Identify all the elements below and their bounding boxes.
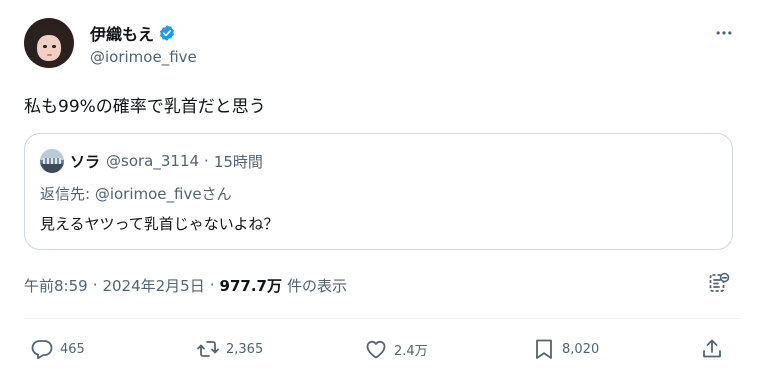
reply-button[interactable]: 465 xyxy=(30,334,85,364)
reply-icon xyxy=(31,340,53,360)
like-count: 2.4万 xyxy=(394,343,428,359)
avatar-eye xyxy=(52,45,56,48)
retweet-icon xyxy=(197,341,219,357)
quote-handle: @sora_3114 xyxy=(106,152,200,170)
avatar-mouth xyxy=(47,54,52,56)
separator-dot: · xyxy=(209,276,215,294)
quote-avatar xyxy=(40,149,64,173)
separator-dot: · xyxy=(204,152,209,170)
quote-timestamp: 15時間 xyxy=(213,152,263,171)
like-icon xyxy=(366,340,386,359)
quote-display-name: ソラ xyxy=(70,152,101,171)
share-icon xyxy=(703,339,721,358)
reply-to-suffix: さん xyxy=(201,185,232,203)
bookmark-icon xyxy=(536,339,552,359)
retweet-button[interactable]: 2,365 xyxy=(196,334,263,364)
bookmark-button[interactable]: 8,020 xyxy=(532,334,599,364)
tweet-text: 私も99%の確率で乳首だと思う xyxy=(24,97,266,117)
separator-dot: · xyxy=(92,276,98,294)
more-icon xyxy=(716,31,732,35)
view-count: 977.7万 xyxy=(219,276,282,295)
share-button[interactable] xyxy=(700,334,724,364)
grok-icon[interactable] xyxy=(707,271,731,295)
view-count-label: 件の表示 xyxy=(286,276,347,295)
reply-to-line: 返信先: @iorimoe_fiveさん xyxy=(40,183,232,204)
avatar-face xyxy=(37,35,61,61)
post-date[interactable]: 2024年2月5日 xyxy=(102,275,204,296)
quote-header: ソラ @sora_3114 · 15時間 xyxy=(40,149,263,173)
author-handle[interactable]: @iorimoe_five xyxy=(90,48,197,66)
verified-badge-icon[interactable] xyxy=(158,24,176,42)
quote-text: 見えるヤツって乳首じゃないよね？ xyxy=(40,215,279,233)
reply-to-handle: @iorimoe_five xyxy=(94,185,202,203)
like-button[interactable]: 2.4万 xyxy=(364,334,428,364)
retweet-count: 2,365 xyxy=(226,341,264,357)
display-name[interactable]: 伊織もえ xyxy=(90,21,154,45)
quoted-tweet[interactable]: ソラ @sora_3114 · 15時間 返信先: @iorimoe_fiveさ… xyxy=(24,133,733,250)
divider xyxy=(24,318,741,319)
tweet-meta: 午前8:59 · 2024年2月5日 · 977.7万 件の表示 xyxy=(24,275,347,295)
tweet-header: 伊織もえ @iorimoe_five xyxy=(24,18,741,74)
post-time[interactable]: 午前8:59 xyxy=(24,275,88,296)
bookmark-count: 8,020 xyxy=(562,341,600,357)
reply-to-prefix: 返信先: xyxy=(40,185,95,203)
more-button[interactable] xyxy=(713,22,735,44)
author-name-row: 伊織もえ xyxy=(90,22,176,44)
avatar-eye xyxy=(43,45,47,48)
avatar[interactable] xyxy=(24,18,74,68)
reply-count: 465 xyxy=(60,341,85,357)
action-bar: 465 2,365 2.4万 8,020 xyxy=(24,334,733,364)
